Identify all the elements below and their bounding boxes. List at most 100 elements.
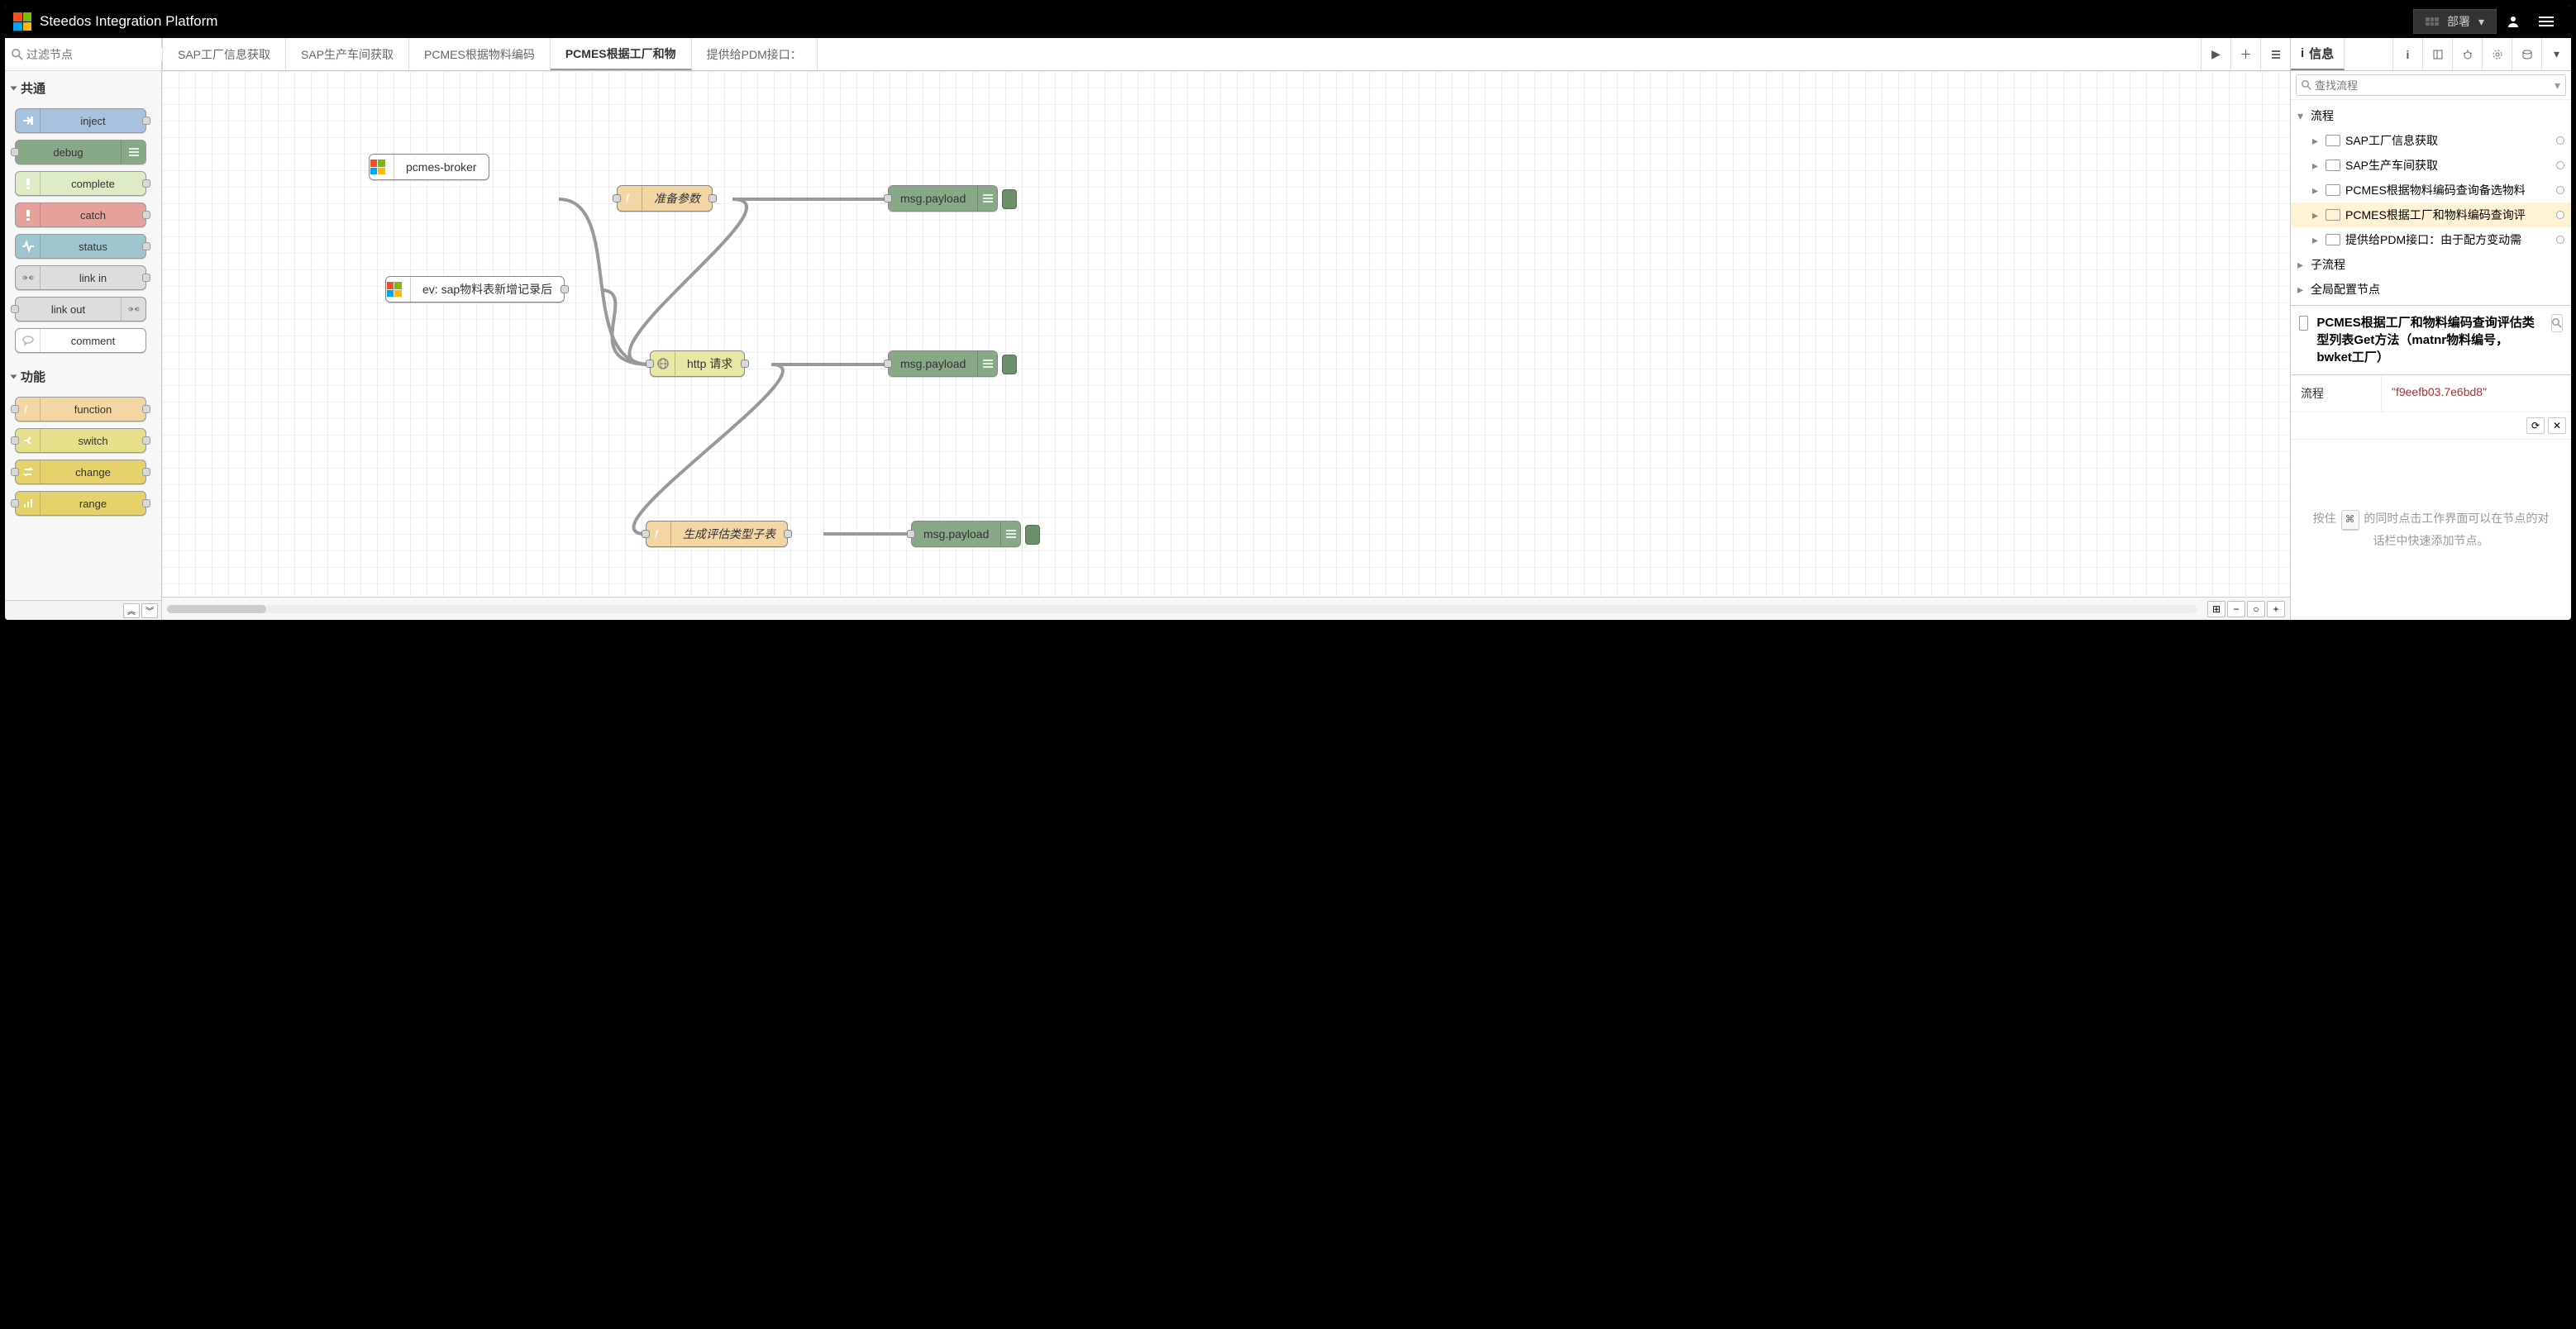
output-port[interactable] <box>561 285 569 293</box>
input-port[interactable] <box>613 194 621 202</box>
node-prepare-params[interactable]: f 准备参数 <box>617 185 713 212</box>
sidebar-tab-docs[interactable] <box>2422 38 2452 70</box>
tree-flow-item[interactable]: ▸SAP工厂信息获取 <box>2291 128 2571 153</box>
palette-footer: ︽ ︾ <box>5 600 161 620</box>
input-port[interactable] <box>884 360 892 368</box>
sidebar-tab-info[interactable]: i信息 <box>2291 38 2345 70</box>
sidebar-more-button[interactable]: ▾ <box>2541 38 2571 70</box>
node-http-request[interactable]: http 请求 <box>650 350 745 377</box>
palette-node-status[interactable]: status <box>15 234 146 259</box>
sidebar-tab-help[interactable]: i <box>2392 38 2422 70</box>
flow-tab[interactable]: 提供给PDM接口： <box>692 38 818 70</box>
zoom-in-button[interactable]: + <box>2267 601 2285 617</box>
output-port[interactable] <box>784 530 792 538</box>
output-port[interactable] <box>142 274 150 282</box>
palette-node-change[interactable]: change <box>15 460 146 484</box>
palette-node-label: link in <box>41 272 145 284</box>
navigator-button[interactable]: ⊞ <box>2207 601 2225 617</box>
tree-flow-item[interactable]: ▸PCMES根据工厂和物料编码查询评 <box>2291 202 2571 227</box>
palette-node-range[interactable]: range <box>15 491 146 516</box>
node-event-trigger[interactable]: ev: sap物料表新增记录后 <box>385 276 565 302</box>
output-port[interactable] <box>142 499 150 507</box>
output-port[interactable] <box>142 468 150 476</box>
info-close-button[interactable]: ✕ <box>2548 417 2566 434</box>
palette-node-function[interactable]: ffunction <box>15 397 146 422</box>
sidebar-tab-debug[interactable] <box>2452 38 2482 70</box>
input-port[interactable] <box>11 436 19 445</box>
palette-node-label: link out <box>16 303 121 316</box>
palette-node-switch[interactable]: switch <box>15 428 146 453</box>
palette-node-catch[interactable]: catch <box>15 202 146 227</box>
user-icon[interactable] <box>2497 5 2530 38</box>
input-port[interactable] <box>907 530 915 538</box>
deploy-button[interactable]: 部署 ▾ <box>2413 9 2497 34</box>
input-port[interactable] <box>11 148 19 156</box>
node-debug-2[interactable]: msg.payload <box>888 350 998 377</box>
output-port[interactable] <box>708 194 717 202</box>
palette-node-inject[interactable]: inject <box>15 108 146 133</box>
output-port[interactable] <box>142 405 150 413</box>
tree-group-subflows[interactable]: ▸子流程 <box>2291 252 2571 277</box>
input-port[interactable] <box>884 194 892 202</box>
input-port[interactable] <box>11 499 19 507</box>
tree-flow-item[interactable]: ▸SAP生产车间获取 <box>2291 153 2571 178</box>
palette-expand-button[interactable]: ︾ <box>141 603 158 618</box>
palette-node-label: inject <box>41 115 145 127</box>
zoom-out-button[interactable]: − <box>2227 601 2245 617</box>
input-port[interactable] <box>646 360 654 368</box>
debug-toggle[interactable] <box>1025 525 1040 545</box>
palette-category[interactable]: 功能 <box>5 360 156 390</box>
palette-filter-input[interactable] <box>26 48 176 61</box>
palette-node-link-out[interactable]: link out <box>15 297 146 322</box>
tree-flow-item[interactable]: ▸提供给PDM接口：由于配方变动需 <box>2291 227 2571 252</box>
node-generate-subtable[interactable]: f 生成评估类型子表 <box>646 521 788 547</box>
palette-category[interactable]: 共通 <box>5 71 156 102</box>
tab-add-button[interactable]: ＋ <box>2230 38 2260 70</box>
output-port[interactable] <box>142 436 150 445</box>
node-debug-3[interactable]: msg.payload <box>911 521 1021 547</box>
canvas-scrollbar[interactable] <box>167 605 2197 613</box>
info-search-button[interactable] <box>2551 314 2563 332</box>
node-debug-1[interactable]: msg.payload <box>888 185 998 212</box>
svg-text:f: f <box>655 527 660 541</box>
tree-group-flows[interactable]: ▾流程 <box>2291 103 2571 128</box>
chevron-down-icon[interactable]: ▾ <box>2555 79 2560 93</box>
input-port[interactable] <box>11 468 19 476</box>
flow-tab[interactable]: PCMES根据物料编码 <box>409 38 551 70</box>
palette-node-complete[interactable]: complete <box>15 171 146 196</box>
output-port[interactable] <box>142 211 150 219</box>
flow-search-input[interactable] <box>2315 79 2551 92</box>
sidebar-tab-context[interactable] <box>2512 38 2541 70</box>
menu-button[interactable] <box>2530 5 2563 38</box>
input-port[interactable] <box>11 305 19 313</box>
output-port[interactable] <box>142 117 150 125</box>
palette-panel: 共通 inject debug complete catch status link in l… <box>5 38 162 620</box>
palette-list[interactable]: 共通 inject debug complete catch status link in l… <box>5 71 161 600</box>
debug-toggle[interactable] <box>1002 355 1017 374</box>
tab-scroll-right[interactable]: ▶ <box>2201 38 2230 70</box>
palette-collapse-button[interactable]: ︽ <box>123 603 140 618</box>
palette-node-link-in[interactable]: link in <box>15 265 146 290</box>
palette-node-comment[interactable]: comment <box>15 328 146 353</box>
flow-tab[interactable]: SAP工厂信息获取 <box>162 38 286 70</box>
bang-icon <box>16 203 41 226</box>
flow-tab[interactable]: PCMES根据工厂和物 <box>551 38 692 70</box>
node-broker[interactable]: pcmes-broker <box>369 154 489 180</box>
output-port[interactable] <box>142 242 150 250</box>
flow-canvas[interactable]: pcmes-broker f 准备参数 ev: sap物料表新增记录后 <box>162 71 2290 597</box>
palette-node-debug[interactable]: debug <box>15 140 146 164</box>
debug-toggle[interactable] <box>1002 189 1017 209</box>
output-port[interactable] <box>142 179 150 188</box>
tree-flow-item[interactable]: ▸PCMES根据物料编码查询备选物料 <box>2291 178 2571 202</box>
palette-node-label: debug <box>16 146 121 159</box>
tab-list-button[interactable] <box>2260 38 2290 70</box>
zoom-reset-button[interactable]: ○ <box>2247 601 2265 617</box>
input-port[interactable] <box>11 405 19 413</box>
output-port[interactable] <box>741 360 749 368</box>
app-tiles-icon <box>370 155 394 179</box>
info-refresh-button[interactable]: ⟳ <box>2526 417 2545 434</box>
input-port[interactable] <box>642 530 650 538</box>
sidebar-tab-config[interactable] <box>2482 38 2512 70</box>
flow-tab[interactable]: SAP生产车间获取 <box>286 38 409 70</box>
tree-group-globals[interactable]: ▸全局配置节点 <box>2291 277 2571 302</box>
